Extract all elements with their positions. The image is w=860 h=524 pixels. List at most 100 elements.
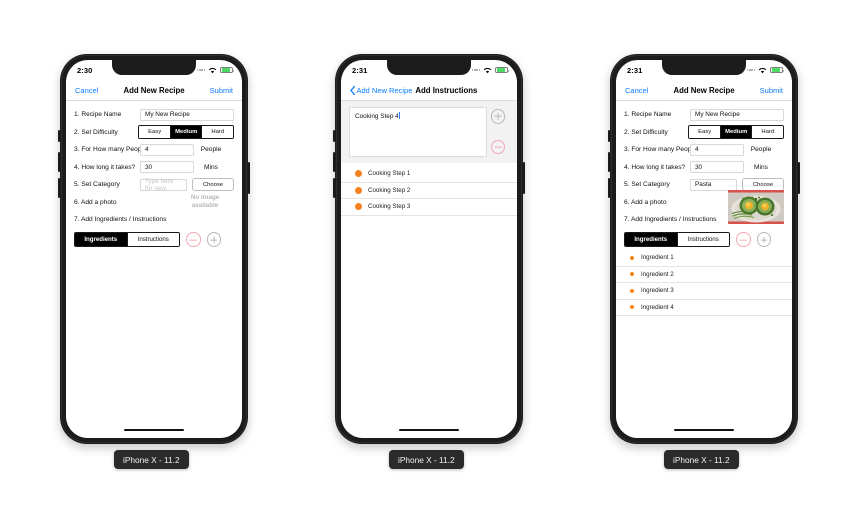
ingredient-bullet-icon	[630, 272, 634, 277]
volume-up-button[interactable]	[608, 152, 610, 172]
recipe-photo-thumbnail[interactable]	[728, 189, 784, 224]
people-count-input[interactable]: 4	[690, 143, 744, 156]
wifi-icon	[758, 67, 767, 74]
chevron-left-icon	[350, 85, 355, 95]
instruction-textarea-value: Cooking Step 4	[355, 112, 399, 120]
add-item-icon[interactable]	[756, 232, 771, 247]
list-item-label: Ingredient 3	[641, 287, 674, 295]
remove-item-icon[interactable]	[736, 232, 751, 247]
home-indicator[interactable]	[674, 429, 734, 431]
ingredient-bullet-icon	[630, 288, 634, 293]
status-time: 2:31	[627, 65, 643, 75]
content-segmented-control: Ingredients Instructions	[74, 232, 180, 247]
add-step-icon[interactable]	[490, 109, 506, 124]
label-people-count: 3. For How many People?	[74, 146, 151, 153]
list-item[interactable]: Ingredient 4	[616, 300, 792, 316]
instruction-textarea[interactable]: Cooking Step 4	[349, 107, 487, 157]
tab-ingredients[interactable]: Ingredients	[75, 233, 128, 246]
food-photo-image	[728, 189, 784, 224]
simulator-canvas: 2:30 Cancel Add New Recipe Submit 1. Rec…	[0, 0, 860, 524]
list-item[interactable]: Cooking Step 1	[341, 166, 517, 183]
list-item[interactable]: Ingredient 2	[616, 267, 792, 283]
duration-input[interactable]: 30	[140, 161, 194, 173]
home-indicator[interactable]	[399, 429, 459, 431]
silent-switch[interactable]	[608, 130, 610, 142]
difficulty-option-easy[interactable]: Easy	[689, 125, 721, 139]
no-image-placeholder: No image available	[176, 194, 234, 210]
status-time: 2:30	[77, 65, 93, 75]
category-input[interactable]: Type here for new	[140, 178, 187, 192]
list-item[interactable]: Cooking Step 3	[341, 199, 517, 216]
difficulty-option-medium[interactable]: Medium	[720, 125, 753, 139]
volume-down-button[interactable]	[608, 178, 610, 198]
home-indicator[interactable]	[124, 429, 184, 431]
add-item-icon[interactable]	[206, 232, 221, 247]
tab-ingredients[interactable]: Ingredients	[625, 233, 678, 246]
silent-switch[interactable]	[58, 130, 60, 142]
label-add-ingredients-instructions: 7. Add Ingredients / Instructions	[624, 216, 717, 223]
difficulty-option-hard[interactable]: Hard	[202, 125, 234, 139]
people-count-input[interactable]: 4	[140, 143, 194, 156]
difficulty-option-medium[interactable]: Medium	[170, 125, 203, 139]
power-button[interactable]	[798, 162, 800, 194]
recipe-name-input[interactable]: My New Recipe	[140, 108, 234, 121]
list-item[interactable]: Ingredient 3	[616, 283, 792, 300]
list-item[interactable]: Cooking Step 2	[341, 183, 517, 199]
form-content: 1. Recipe Name My New Recipe 2. Set Diff…	[616, 101, 792, 438]
ingredients-instructions-tabbar: Ingredients Instructions	[616, 232, 792, 247]
instructions-list: Cooking Step 1 Cooking Step 2 Cooking St…	[341, 166, 517, 216]
submit-button[interactable]: Submit	[210, 86, 233, 95]
navigation-bar: Add New Recipe Add Instructions	[341, 80, 517, 101]
page-title: Add Instructions	[415, 85, 478, 95]
list-item-label: Cooking Step 3	[368, 203, 411, 211]
category-input[interactable]: Pasta	[690, 178, 737, 191]
notch	[112, 60, 196, 75]
choose-category-button[interactable]: Choose	[192, 178, 234, 191]
battery-icon	[495, 66, 510, 74]
list-item[interactable]: Ingredient 1	[616, 250, 792, 267]
status-time: 2:31	[352, 65, 368, 75]
volume-up-button[interactable]	[58, 152, 60, 172]
choose-category-button[interactable]: Choose	[742, 178, 784, 191]
tab-instructions[interactable]: Instructions	[677, 233, 729, 246]
back-button[interactable]: Add New Recipe	[350, 85, 412, 95]
volume-up-button[interactable]	[333, 152, 335, 172]
difficulty-option-easy[interactable]: Easy	[139, 125, 171, 139]
label-add-photo: 6. Add a photo	[624, 198, 667, 206]
remove-item-icon[interactable]	[186, 232, 201, 247]
label-set-category: 5. Set Category	[74, 181, 120, 188]
photo-rows: 6. Add a photo 7. Add Ingredients / Inst…	[624, 189, 784, 229]
step-bullet-icon	[355, 186, 362, 194]
form-content: 1. Recipe Name My New Recipe 2. Set Diff…	[66, 101, 242, 438]
status-indicators	[197, 66, 235, 74]
cancel-button[interactable]: Cancel	[625, 86, 648, 95]
recipe-name-input[interactable]: My New Recipe	[690, 108, 784, 121]
form-row-recipe-name: 1. Recipe Name My New Recipe	[624, 106, 784, 123]
cancel-button[interactable]: Cancel	[75, 86, 98, 95]
status-indicators	[747, 66, 785, 74]
difficulty-segmented-control: Easy Medium Hard	[688, 124, 784, 140]
submit-button[interactable]: Submit	[760, 86, 783, 95]
cellular-signal-icon	[747, 69, 755, 71]
duration-input[interactable]: 30	[690, 161, 744, 173]
device-caption-3: iPhone X - 11.2	[664, 450, 739, 469]
form-row-people: 3. For How many People? 4 People	[74, 141, 234, 158]
form-row-difficulty: 2. Set Difficulty Easy Medium Hard	[624, 124, 784, 141]
form-row-ingredients-instructions: 7. Add Ingredients / Instructions	[74, 211, 234, 228]
volume-down-button[interactable]	[58, 178, 60, 198]
editor-actions	[487, 107, 509, 157]
form-row-people: 3. For How many People? 4 People	[624, 141, 784, 158]
volume-down-button[interactable]	[333, 178, 335, 198]
power-button[interactable]	[523, 162, 525, 194]
content-segmented-control: Ingredients Instructions	[624, 232, 730, 247]
remove-step-icon[interactable]	[490, 139, 506, 154]
silent-switch[interactable]	[333, 130, 335, 142]
tab-instructions[interactable]: Instructions	[127, 233, 179, 246]
difficulty-option-hard[interactable]: Hard	[752, 125, 784, 139]
battery-icon	[770, 66, 785, 74]
ingredient-bullet-icon	[630, 255, 634, 260]
label-set-difficulty: 2. Set Difficulty	[74, 128, 118, 136]
form-row-category: 5. Set Category Type here for new Choose	[74, 176, 234, 193]
unit-mins: Mins	[204, 163, 218, 171]
power-button[interactable]	[248, 162, 250, 194]
